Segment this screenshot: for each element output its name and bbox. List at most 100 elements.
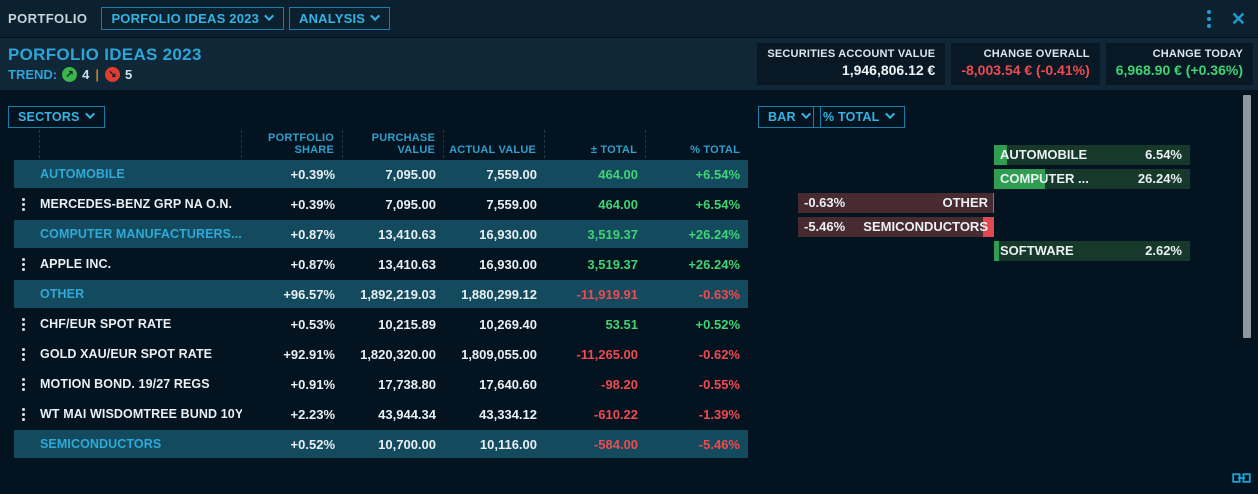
row-menu-kebab-icon[interactable]	[18, 344, 29, 365]
row-actions-cell	[14, 374, 40, 395]
chevron-down-icon	[264, 11, 274, 21]
security-row[interactable]: MERCEDES-BENZ GRP NA O.N.+0.39%7,095.007…	[14, 190, 748, 218]
stat-securities-account-value: SECURITIES ACCOUNT VALUE 1,946,806.12 €	[757, 43, 945, 85]
column-header-plusminus-total[interactable]: ± TOTAL	[545, 130, 646, 158]
percent-change-value: +26.24%	[646, 257, 748, 272]
portfolio-dropdown[interactable]: PORFOLIO IDEAS 2023	[101, 7, 284, 30]
stat-value: 1,946,806.12 €	[767, 62, 935, 78]
row-menu-kebab-icon[interactable]	[18, 314, 29, 335]
chart-bar-row: OTHER-0.63%	[798, 193, 1190, 213]
actual-value: 16,930.00	[444, 257, 545, 272]
total-change-value: 3,519.37	[545, 257, 646, 272]
instrument-name: MERCEDES-BENZ GRP NA O.N.	[40, 197, 242, 211]
page-title: PORFOLIO IDEAS 2023	[8, 45, 202, 65]
chart-bar-label: COMPUTER ...	[1000, 169, 1089, 189]
security-row[interactable]: GOLD XAU/EUR SPOT RATE+92.91%1,820,320.0…	[14, 340, 748, 368]
total-change-value: -610.22	[545, 407, 646, 422]
analysis-dropdown[interactable]: ANALYSIS	[289, 7, 390, 30]
close-icon[interactable]: ✕	[1229, 10, 1248, 28]
column-header-purchase-value[interactable]: PURCHASE VALUE	[343, 130, 444, 158]
total-change-value: -11,265.00	[545, 347, 646, 362]
percent-change-value: +6.54%	[646, 167, 748, 182]
percent-change-value: -5.46%	[646, 437, 748, 452]
actual-value: 17,640.60	[444, 377, 545, 392]
row-actions-cell	[14, 404, 40, 425]
row-actions-cell	[14, 314, 40, 335]
column-header-actual-value[interactable]: ACTUAL VALUE	[444, 130, 545, 158]
analysis-dropdown-label: ANALYSIS	[299, 11, 365, 26]
chart-bar-row: COMPUTER ...26.24%	[798, 169, 1190, 189]
portfolio-share-value: +0.52%	[242, 437, 343, 452]
instrument-name: SEMICONDUCTORS	[40, 437, 242, 451]
purchase-value: 10,700.00	[343, 437, 444, 452]
column-header-portfolio-share[interactable]: PORTFOLIO SHARE	[242, 130, 343, 158]
purchase-value: 1,892,219.03	[343, 287, 444, 302]
chart-metric-dropdown[interactable]: % TOTAL	[813, 106, 905, 128]
actual-value: 43,334.12	[444, 407, 545, 422]
portfolio-dropdown-label: PORFOLIO IDEAS 2023	[111, 11, 259, 26]
stat-change-today: CHANGE TODAY 6,968.90 € (+0.36%)	[1106, 43, 1253, 85]
holdings-table: PORTFOLIO SHARE PURCHASE VALUE ACTUAL VA…	[14, 130, 748, 460]
trend-label: TREND:	[8, 67, 57, 82]
chart-type-dropdown[interactable]: BAR	[758, 106, 821, 128]
row-menu-kebab-icon[interactable]	[18, 194, 29, 215]
chart-bar-row: SEMICONDUCTORS-5.46%	[798, 217, 1190, 237]
trend-down-icon: ↘	[105, 67, 120, 82]
instrument-name: MOTION BOND. 19/27 REGS	[40, 377, 242, 391]
purchase-value: 43,944.34	[343, 407, 444, 422]
security-row[interactable]: MOTION BOND. 19/27 REGS+0.91%17,738.8017…	[14, 370, 748, 398]
security-row[interactable]: CHF/EUR SPOT RATE+0.53%10,215.8910,269.4…	[14, 310, 748, 338]
header: PORFOLIO IDEAS 2023 TREND: ↗ 4 | ↘ 5 SEC…	[0, 38, 1258, 90]
chart-bar-value-segment	[993, 193, 995, 213]
chart-metric-dropdown-label: % TOTAL	[823, 110, 880, 124]
stat-change-overall: CHANGE OVERALL -8,003.54 € (-0.41%)	[951, 43, 1099, 85]
column-header-name	[40, 130, 242, 158]
chart-bar-row: SOFTWARE2.62%	[798, 241, 1190, 261]
sectors-dropdown-label: SECTORS	[18, 110, 80, 124]
total-change-value: 464.00	[545, 167, 646, 182]
sectors-dropdown[interactable]: SECTORS	[8, 106, 105, 128]
total-change-value: 53.51	[545, 317, 646, 332]
actual-value: 1,809,055.00	[444, 347, 545, 362]
column-header-actions	[14, 130, 40, 158]
sector-row[interactable]: SEMICONDUCTORS+0.52%10,700.0010,116.00 -5…	[14, 430, 748, 458]
instrument-name: GOLD XAU/EUR SPOT RATE	[40, 347, 242, 361]
total-change-value: 3,519.37	[545, 227, 646, 242]
sector-row[interactable]: OTHER+96.57%1,892,219.031,880,299.12-11,…	[14, 280, 748, 308]
stat-value: -8,003.54 € (-0.41%)	[961, 62, 1089, 78]
column-header-percent-total[interactable]: % TOTAL	[646, 130, 748, 158]
security-row[interactable]: APPLE INC.+0.87%13,410.6316,930.003,519.…	[14, 250, 748, 278]
sector-bar-chart: AUTOMOBILE6.54%COMPUTER ...26.24%OTHER-0…	[798, 145, 1190, 265]
portfolio-share-value: +0.39%	[242, 167, 343, 182]
app-label: PORTFOLIO	[8, 11, 87, 26]
purchase-value: 13,410.63	[343, 257, 444, 272]
portfolio-share-value: +0.39%	[242, 197, 343, 212]
portfolio-share-value: +0.87%	[242, 257, 343, 272]
chart-type-dropdown-label: BAR	[768, 110, 796, 124]
row-menu-kebab-icon[interactable]	[18, 374, 29, 395]
actual-value: 10,269.40	[444, 317, 545, 332]
link-panels-icon[interactable]	[1230, 470, 1253, 492]
instrument-name: AUTOMOBILE	[40, 167, 242, 181]
stat-label: CHANGE TODAY	[1116, 48, 1243, 60]
chart-bar-value-segment	[994, 241, 999, 261]
table-header: PORTFOLIO SHARE PURCHASE VALUE ACTUAL VA…	[14, 130, 748, 160]
sector-row[interactable]: COMPUTER MANUFACTURERS...+0.87%13,410.63…	[14, 220, 748, 248]
row-actions-cell	[14, 344, 40, 365]
menu-kebab-icon[interactable]	[1201, 7, 1217, 31]
row-menu-kebab-icon[interactable]	[18, 404, 29, 425]
row-actions-cell	[14, 254, 40, 275]
sector-row[interactable]: AUTOMOBILE+0.39%7,095.007,559.00464.00+6…	[14, 160, 748, 188]
instrument-name: APPLE INC.	[40, 257, 242, 271]
row-menu-kebab-icon[interactable]	[18, 254, 29, 275]
instrument-name: CHF/EUR SPOT RATE	[40, 317, 242, 331]
actual-value: 10,116.00	[444, 437, 545, 452]
percent-change-value: +6.54%	[646, 197, 748, 212]
table-body: AUTOMOBILE+0.39%7,095.007,559.00464.00+6…	[14, 160, 748, 458]
actual-value: 7,559.00	[444, 197, 545, 212]
vertical-scrollbar-thumb[interactable]	[1243, 95, 1251, 338]
security-row[interactable]: WT MAI WISDOMTREE BUND 10Y 3+2.23%43,944…	[14, 400, 748, 428]
percent-change-value: +26.24%	[646, 227, 748, 242]
top-bar: PORTFOLIO PORFOLIO IDEAS 2023 ANALYSIS ✕	[0, 0, 1258, 38]
portfolio-share-value: +0.53%	[242, 317, 343, 332]
